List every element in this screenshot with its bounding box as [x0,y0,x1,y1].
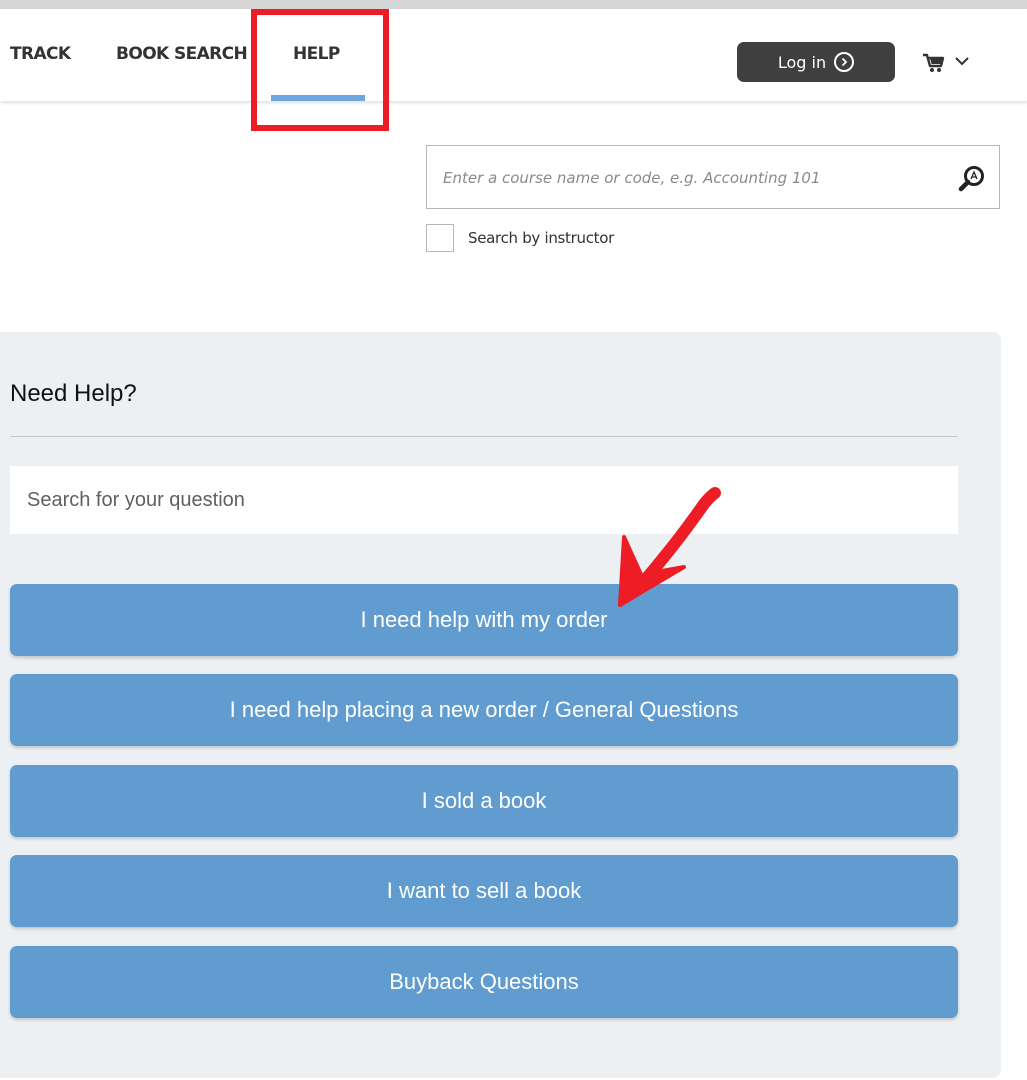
search-icon[interactable] [957,164,987,194]
top-strip [0,0,1027,9]
course-search-box [426,145,1000,210]
search-by-instructor-checkbox[interactable] [426,224,454,252]
active-tab-underline [271,95,365,101]
instructor-option: Search by instructor [426,223,614,253]
search-by-instructor-label: Search by instructor [468,229,614,247]
login-label: Log in [777,52,827,72]
help-sell-book-button[interactable]: I want to sell a book [10,855,958,927]
chevron-circle-right-icon [834,52,855,72]
cart-icon [923,53,945,72]
help-title: Need Help? [10,380,137,407]
help-search-input[interactable] [10,466,958,534]
help-sold-book-button[interactable]: I sold a book [10,765,958,837]
nav-track[interactable]: TRACK [10,9,71,101]
course-search-input[interactable] [441,146,945,210]
nav-help[interactable]: HELP [293,9,340,101]
help-buyback-button[interactable]: Buyback Questions [10,946,958,1018]
chevron-down-icon [955,57,969,66]
login-button[interactable]: Log in [737,42,895,82]
header: TRACK BOOK SEARCH HELP Log in [0,9,1027,101]
help-order-button[interactable]: I need help with my order [10,584,958,656]
cart-menu[interactable] [922,49,982,75]
help-new-order-button[interactable]: I need help placing a new order / Genera… [10,674,958,746]
help-divider [10,436,958,437]
nav-book-search[interactable]: BOOK SEARCH [116,9,248,101]
